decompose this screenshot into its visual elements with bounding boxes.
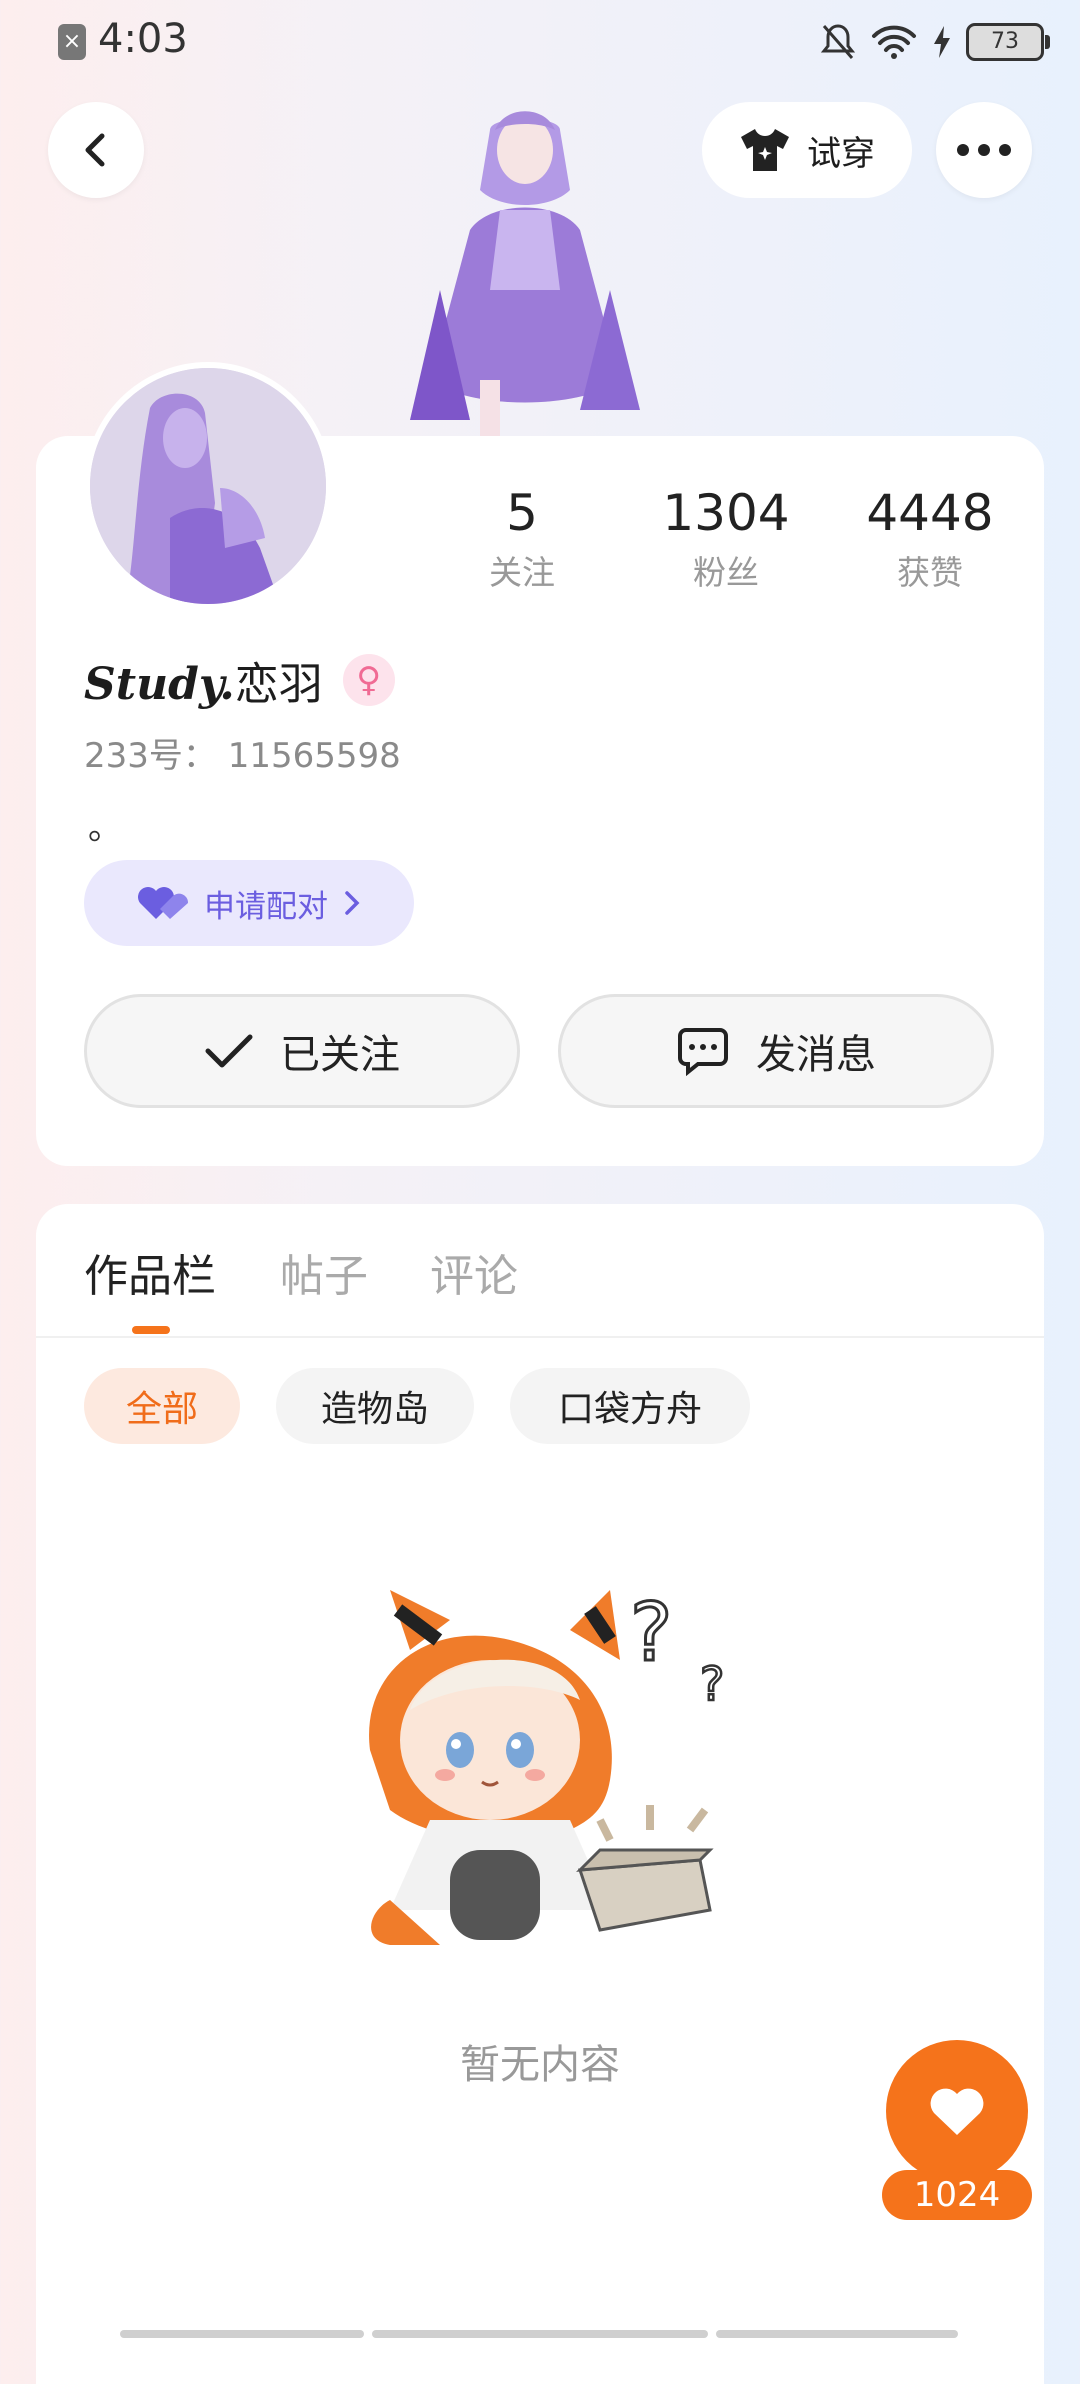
bio-text: 。 (88, 808, 122, 848)
username-text: 恋羽 (234, 659, 323, 710)
stat-label: 关注 (489, 553, 555, 592)
like-button[interactable] (886, 2040, 1028, 2182)
stat-value: 4448 (866, 484, 994, 542)
avatar[interactable] (84, 362, 332, 610)
character-figure (390, 110, 660, 440)
tab-works[interactable]: 作品栏 (84, 1240, 216, 1304)
bottom-indicator (372, 2330, 708, 2338)
stat-value: 5 (506, 484, 538, 542)
stat-label: 获赞 (897, 553, 963, 592)
stat-following[interactable]: 5 关注 (442, 484, 602, 594)
tab-comments[interactable]: 评论 (430, 1240, 518, 1304)
chevron-right-icon (345, 891, 360, 915)
followed-button[interactable]: 已关注 (84, 994, 520, 1108)
username: Study.恋羽 ♀ (84, 648, 395, 712)
stat-likes[interactable]: 4448 获赞 (850, 484, 1010, 594)
tab-divider (36, 1336, 1044, 1338)
try-on-button[interactable]: 试穿 (702, 102, 912, 198)
status-bar: × 4:03 73 (0, 0, 1080, 84)
chevron-left-icon (85, 133, 105, 167)
svg-text:?: ? (700, 1657, 724, 1711)
username-script: Study. (84, 659, 235, 710)
try-on-label: 试穿 (807, 133, 875, 174)
female-gender-icon: ♀ (342, 654, 395, 706)
more-dots-icon (957, 144, 1011, 156)
double-heart-icon (138, 887, 189, 919)
chat-bubble-icon (678, 1028, 728, 1076)
bottom-indicator (716, 2330, 958, 2338)
svg-text:?: ? (630, 1586, 672, 1679)
like-count: 1024 (882, 2170, 1032, 2220)
battery-indicator: 73 (966, 23, 1050, 61)
user-id: 233号： 11565598 (84, 736, 401, 776)
chip-creation-island[interactable]: 造物岛 (276, 1368, 474, 1444)
bottom-indicator (120, 2330, 364, 2338)
status-time: 4:03 (98, 16, 188, 62)
back-button[interactable] (48, 102, 144, 198)
stat-fans[interactable]: 1304 粉丝 (646, 484, 806, 594)
tab-posts[interactable]: 帖子 (280, 1240, 368, 1304)
wifi-icon (872, 25, 916, 59)
status-icons: 73 (820, 18, 1050, 66)
mute-bell-icon (820, 24, 856, 59)
message-button[interactable]: 发消息 (558, 994, 994, 1108)
stat-label: 粉丝 (693, 553, 759, 592)
more-button[interactable] (936, 102, 1032, 198)
tshirt-icon (741, 129, 789, 171)
stat-value: 1304 (662, 484, 790, 542)
followed-label: 已关注 (280, 1032, 400, 1078)
message-label: 发消息 (756, 1032, 876, 1078)
check-icon (205, 1034, 253, 1068)
request-pair-button[interactable]: 申请配对 (84, 860, 414, 946)
active-tab-indicator (132, 1326, 170, 1334)
chip-all[interactable]: 全部 (84, 1368, 240, 1444)
request-pair-label: 申请配对 (204, 888, 328, 925)
charging-icon (934, 26, 950, 58)
notification-icon: × (58, 24, 86, 60)
chip-pocket-ark[interactable]: 口袋方舟 (510, 1368, 750, 1444)
empty-state-illustration: ? ? (350, 1570, 770, 1990)
heart-icon (930, 2088, 984, 2135)
